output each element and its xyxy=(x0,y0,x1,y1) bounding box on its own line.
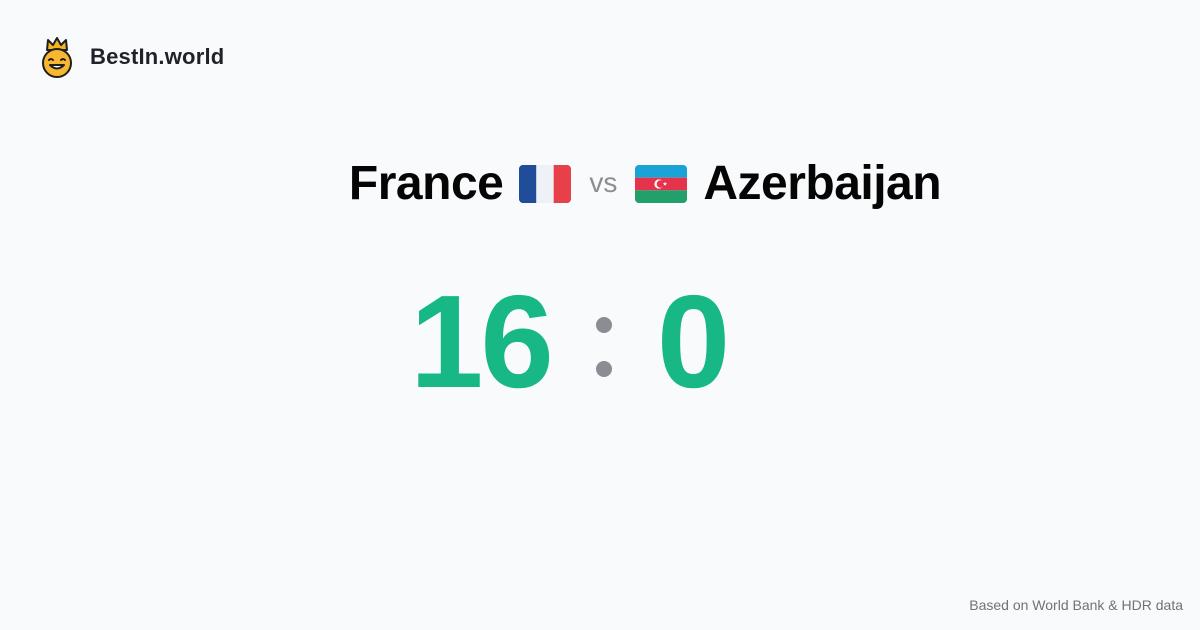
matchup-heading: France vs Azerbaijan xyxy=(0,160,1200,208)
brand: BestIn.world xyxy=(38,36,224,78)
brand-name: BestIn.world xyxy=(90,44,225,69)
score-display: 16 0 xyxy=(410,276,730,408)
right-score: 0 xyxy=(656,268,730,415)
france-flag-icon xyxy=(519,165,572,203)
left-score: 16 xyxy=(410,268,554,415)
azerbaijan-flag-icon xyxy=(635,165,688,203)
score-separator xyxy=(595,317,612,377)
left-country-name: France xyxy=(348,157,504,210)
vs-label: vs xyxy=(589,166,618,198)
crowned-smiley-icon xyxy=(42,37,72,78)
data-source-note: Based on World Bank & HDR data xyxy=(969,597,1183,613)
right-country-name: Azerbaijan xyxy=(703,157,942,210)
